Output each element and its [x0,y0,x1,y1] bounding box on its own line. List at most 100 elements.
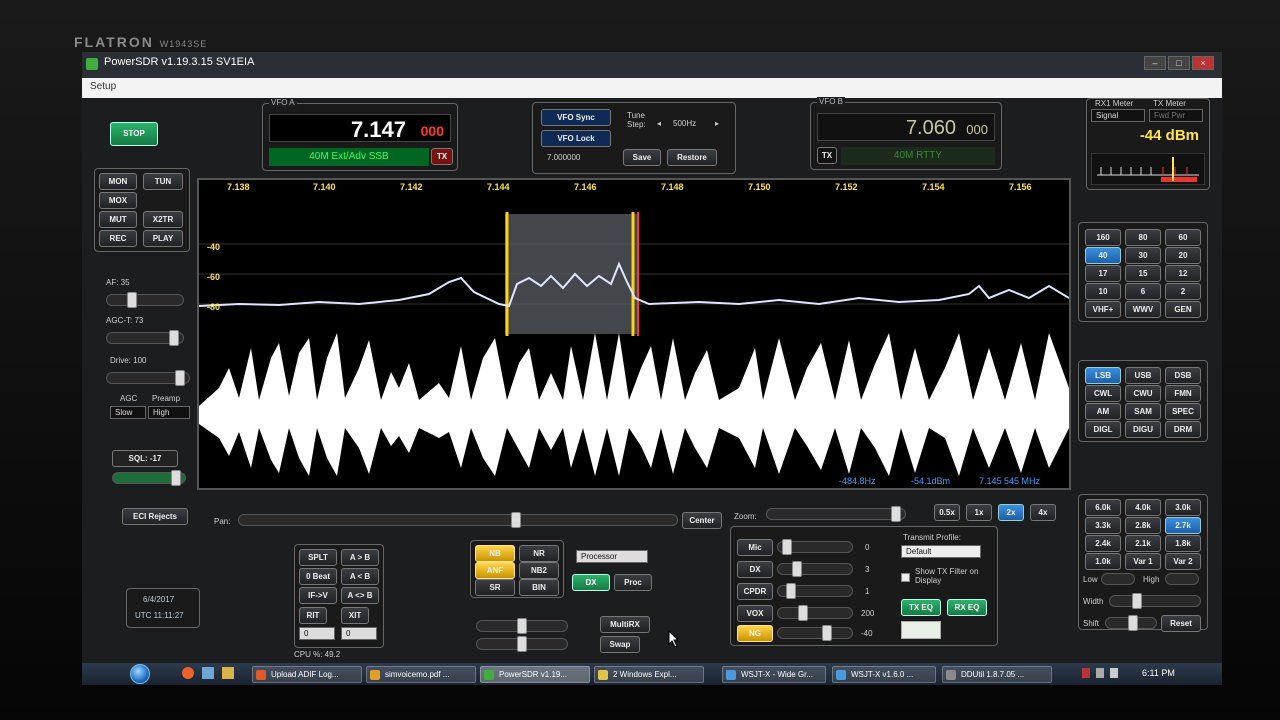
play-button[interactable]: PLAY [143,230,183,247]
cpdr-slider[interactable] [777,583,853,599]
af-slider[interactable] [106,292,184,308]
pan-center-button[interactable]: Center [682,512,722,529]
band-30-button[interactable]: 30 [1125,247,1161,264]
minimize-button[interactable]: – [1144,56,1166,70]
filter-2-1k-button[interactable]: 2.1k [1125,535,1161,552]
drive-slider[interactable] [106,370,190,386]
stop-button[interactable]: STOP [110,122,158,146]
taskbar-item[interactable]: WSJT-X v1.6.0 ... [832,666,936,683]
filter-2-7k-button[interactable]: 2.7k [1165,517,1201,534]
mode-digu-button[interactable]: DIGU [1125,421,1161,438]
filter-1k-button[interactable]: 1.0k [1085,553,1121,570]
noise-gate-button[interactable]: NG [737,625,773,642]
anf-button[interactable]: ANF [475,562,515,579]
mode-spec-button[interactable]: SPEC [1165,403,1201,420]
mode-cwu-button[interactable]: CWU [1125,385,1161,402]
taskbar-clock[interactable]: 6:11 PM [1142,668,1175,678]
band-60-button[interactable]: 60 [1165,229,1201,246]
xit-value-input[interactable]: 0 [341,627,377,640]
a-swap-b-button[interactable]: A <> B [341,587,379,604]
explorer-icon[interactable] [222,667,234,679]
band-vhf-button[interactable]: VHF+ [1085,301,1121,318]
band-20-button[interactable]: 20 [1165,247,1201,264]
save-button[interactable]: Save [623,149,661,166]
cpdr-button[interactable]: CPDR [737,583,773,600]
proc-button[interactable]: Proc [614,574,652,591]
vfo-a-tx-button[interactable]: TX [431,148,453,165]
nb2-button[interactable]: NB2 [519,562,559,579]
rec-button[interactable]: REC [99,230,137,247]
tx-meter-select[interactable]: Fwd Pwr [1149,109,1203,122]
filter-2-8k-button[interactable]: 2.8k [1125,517,1161,534]
filter-var2-button[interactable]: Var 2 [1165,553,1201,570]
dx-button[interactable]: DX [572,574,610,591]
band-wwv-button[interactable]: WWV [1125,301,1161,318]
mic-slider[interactable] [777,539,853,555]
bin-button[interactable]: BIN [519,579,559,596]
filter-high-input[interactable] [1165,573,1199,585]
band-80-button[interactable]: 80 [1125,229,1161,246]
transmit-profile-select[interactable]: Default [901,545,981,558]
filter-reset-button[interactable]: Reset [1161,615,1201,632]
vox-button[interactable]: VOX [737,605,773,622]
panadapter-display[interactable]: 7.138 7.140 7.142 7.144 7.146 7.148 7.15… [197,178,1071,490]
mode-cwl-button[interactable]: CWL [1085,385,1121,402]
firefox-icon[interactable] [182,667,194,679]
swap-button[interactable]: Swap [600,636,640,653]
xit-button[interactable]: XIT [341,607,369,624]
mode-usb-button[interactable]: USB [1125,367,1161,384]
noise-gate-slider[interactable] [777,625,853,641]
mon-button[interactable]: MON [99,173,137,190]
tun-button[interactable]: TUN [143,173,183,190]
mode-am-button[interactable]: AM [1085,403,1121,420]
preamp-select[interactable]: High [148,406,190,419]
close-button[interactable]: × [1192,56,1214,70]
mox-button[interactable]: MOX [99,192,137,209]
agc-select[interactable]: Slow [110,406,146,419]
maximize-button[interactable]: □ [1168,56,1190,70]
mode-lsb-button[interactable]: LSB [1085,367,1121,384]
mode-drm-button[interactable]: DRM [1165,421,1201,438]
filter-shift-slider[interactable] [1105,615,1157,631]
rx2-af-slider[interactable] [476,618,568,634]
tune-step-down[interactable]: ◂ [657,119,661,128]
vfo-lock-button[interactable]: VFO Lock [541,130,611,147]
zoom-0-5x-button[interactable]: 0.5x [934,504,960,521]
outlook-icon[interactable] [202,667,214,679]
rx-meter-select[interactable]: Signal [1091,109,1145,122]
band-40-button[interactable]: 40 [1085,247,1121,264]
vox-slider[interactable] [777,605,853,621]
taskbar-item[interactable]: WSJT-X - Wide Gr... [722,666,826,683]
start-button[interactable] [130,664,150,684]
taskbar-item[interactable]: Upload ADIF Log... [252,666,362,683]
nr-button[interactable]: NR [519,545,559,562]
dx-slider[interactable] [777,561,853,577]
mut-button[interactable]: MUT [99,211,137,228]
zero-beat-button[interactable]: 0 Beat [299,568,337,585]
filter-2-4k-button[interactable]: 2.4k [1085,535,1121,552]
band-10-button[interactable]: 10 [1085,283,1121,300]
b-to-a-button[interactable]: A < B [341,568,379,585]
x2tr-button[interactable]: X2TR [143,211,183,228]
menu-setup[interactable]: Setup [90,81,116,92]
mic-label-button[interactable]: Mic [737,539,773,556]
band-15-button[interactable]: 15 [1125,265,1161,282]
rit-button[interactable]: RIT [299,607,327,624]
rx-eq-button[interactable]: RX EQ [947,599,987,616]
vfo-b-tx-button[interactable]: TX [817,147,837,164]
taskbar-item[interactable]: 2 Windows Expl... [594,666,704,683]
if-to-v-button[interactable]: IF->V [299,587,337,604]
zoom-1x-button[interactable]: 1x [966,504,992,521]
sql-button[interactable]: SQL: -17 [112,450,178,467]
pan-slider[interactable] [238,512,678,528]
tune-step-up[interactable]: ▸ [715,119,719,128]
processor-select[interactable]: Processor [576,550,648,563]
mode-digl-button[interactable]: DIGL [1085,421,1121,438]
filter-6k-button[interactable]: 6.0k [1085,499,1121,516]
taskbar-item[interactable]: DDUtil 1.8.7.05 ... [942,666,1052,683]
band-2-button[interactable]: 2 [1165,283,1201,300]
split-button[interactable]: SPLT [299,549,337,566]
agc-t-slider[interactable] [106,330,184,346]
filter-3k-button[interactable]: 3.0k [1165,499,1201,516]
mode-dsb-button[interactable]: DSB [1165,367,1201,384]
